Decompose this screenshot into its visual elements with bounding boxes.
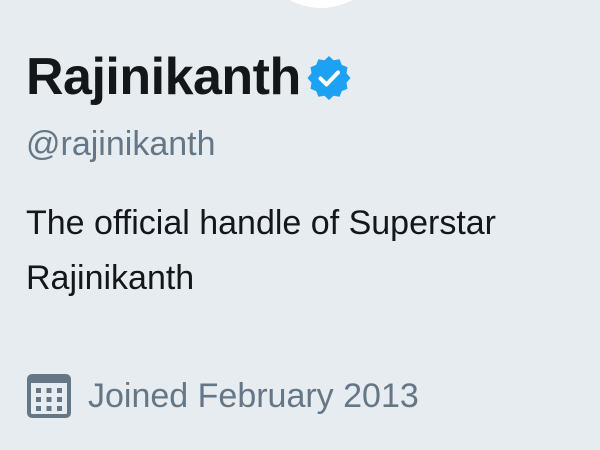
- name-row: Rajinikanth: [26, 42, 600, 112]
- joined-text: Joined February 2013: [88, 377, 419, 415]
- profile-header: Rajinikanth @rajinikanth The official ha…: [26, 42, 600, 306]
- profile-bio: The official handle of Superstar Rajinik…: [26, 204, 496, 297]
- joined-date: Joined February 2013: [26, 368, 419, 424]
- display-name[interactable]: Rajinikanth: [26, 42, 301, 112]
- avatar[interactable]: [232, 0, 410, 8]
- verified-badge-icon: [307, 56, 351, 100]
- username-handle[interactable]: @rajinikanth: [26, 122, 600, 166]
- calendar-icon: [26, 373, 72, 419]
